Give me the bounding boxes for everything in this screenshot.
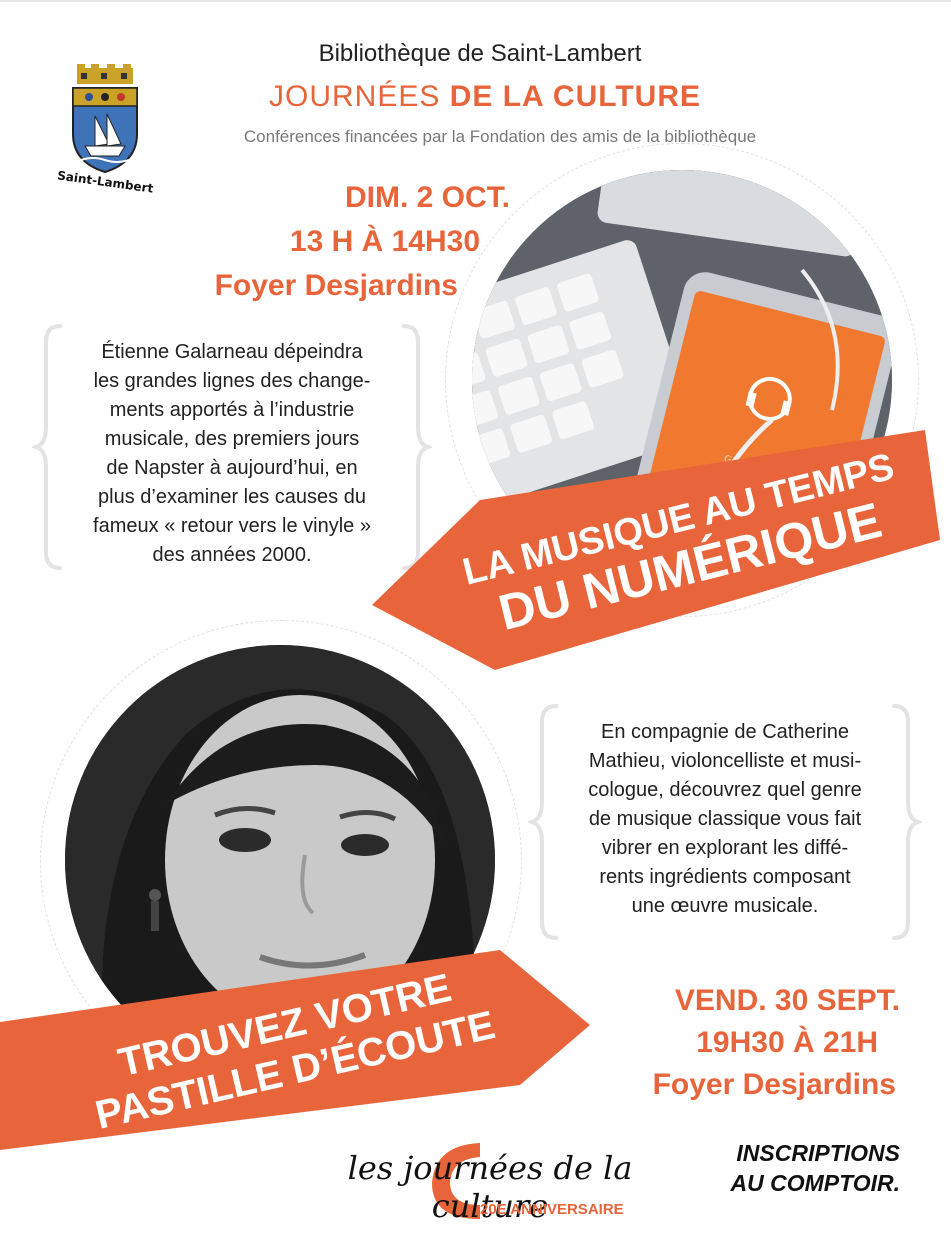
desc-line: Mathieu, violoncelliste et musi-	[588, 750, 862, 772]
title-bold: DE LA CULTURE	[449, 80, 702, 113]
banner-pastille-ecoute: TROUVEZ VOTRE PASTILLE D’ÉCOUTE	[0, 950, 590, 1150]
event2-time: 19H30 À 21H	[696, 1026, 878, 1059]
desc-line: ments apportés à l’industrie	[109, 399, 355, 421]
desc-line: les grandes lignes des change-	[93, 370, 371, 392]
inscriptions-line2: AU COMPTOIR.	[730, 1170, 900, 1196]
event2-place: Foyer Desjardins	[652, 1068, 896, 1101]
desc-line: de musique classique vous fait	[588, 808, 862, 830]
desc-line: musicale, des premiers jours	[104, 428, 360, 450]
desc-line: Étienne Galarneau dépeindra	[101, 341, 363, 363]
anniversary-label: 20E ANNIVERSAIRE	[480, 1201, 624, 1218]
inscriptions-line1: INSCRIPTIONS	[736, 1140, 900, 1166]
desc-line: des années 2000.	[152, 544, 312, 566]
event2-info: VEND. 30 SEPT. 19H30 À 21H Foyer Desjard…	[540, 980, 900, 1106]
desc-line: vibrer en explorant les diffé-	[601, 837, 849, 859]
event1-info: DIM. 2 OCT. 13 H À 14H30 Foyer Desjardin…	[120, 176, 510, 308]
event2-date: VEND. 30 SEPT.	[674, 984, 900, 1017]
desc-line: rents ingrédients composant	[599, 866, 851, 888]
banner-musique-numerique: LA MUSIQUE AU TEMPS DU NUMÉRIQUE	[360, 430, 940, 675]
right-brace-icon	[892, 704, 922, 940]
desc-line: de Napster à aujourd’hui, en	[106, 457, 358, 479]
event1-place: Foyer Desjardins	[214, 269, 458, 302]
top-divider	[0, 0, 951, 2]
desc-line: cologue, découvrez quel genre	[588, 779, 862, 801]
event1-date: DIM. 2 OCT.	[344, 181, 510, 214]
event-series-title: JOURNÉES DE LA CULTURE	[220, 80, 750, 114]
desc-line: fameux « retour vers le vinyle »	[93, 515, 371, 537]
inscriptions-note: INSCRIPTIONS AU COMPTOIR.	[690, 1138, 900, 1198]
title-light: JOURNÉES	[268, 80, 441, 113]
journees-culture-logo: les journées de la culture 20E ANNIVERSA…	[330, 1135, 650, 1225]
saint-lambert-crest-icon: Saint-Lambert	[56, 64, 154, 194]
desc-line: plus d’examiner les causes du	[98, 486, 366, 508]
desc-line: En compagnie de Catherine	[601, 721, 849, 743]
event2-description: En compagnie de Catherine Mathieu, violo…	[555, 718, 895, 921]
event1-description: Étienne Galarneau dépeindra les grandes …	[62, 338, 402, 570]
left-brace-icon	[32, 324, 62, 570]
event1-time: 13 H À 14H30	[289, 225, 480, 258]
library-name: Bibliothèque de Saint-Lambert	[318, 40, 642, 67]
desc-line: une œuvre musicale.	[631, 895, 819, 917]
funding-note: Conférences financées par la Fondation d…	[243, 127, 757, 146]
